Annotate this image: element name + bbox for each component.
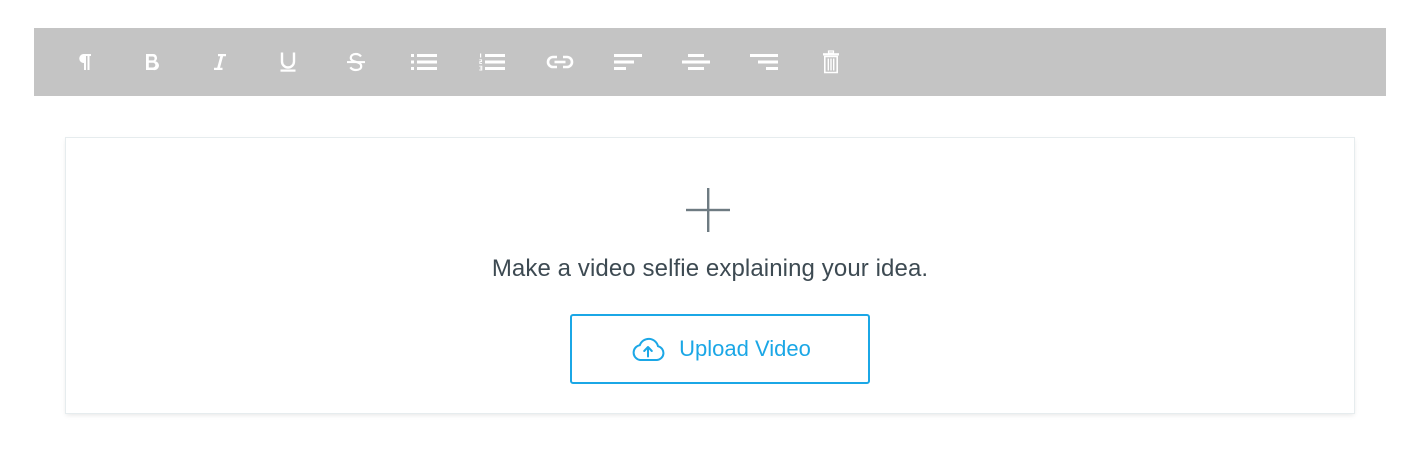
strikethrough-icon	[347, 52, 365, 72]
paragraph-button[interactable]	[67, 44, 103, 80]
trash-icon	[823, 50, 839, 74]
align-center-icon	[682, 54, 710, 70]
underline-icon	[280, 52, 296, 72]
underline-button[interactable]	[270, 44, 306, 80]
upload-video-button[interactable]: Upload Video	[570, 314, 870, 384]
bulleted-list-icon	[411, 54, 437, 70]
align-left-button[interactable]	[610, 44, 646, 80]
align-left-icon	[614, 54, 642, 70]
align-right-icon	[750, 54, 778, 70]
link-icon	[546, 55, 574, 69]
numbered-list-button[interactable]	[474, 44, 510, 80]
strikethrough-button[interactable]	[338, 44, 374, 80]
bold-icon	[146, 54, 159, 71]
delete-button[interactable]	[813, 44, 849, 80]
numbered-list-icon	[479, 53, 505, 71]
cloud-upload-icon	[632, 337, 665, 361]
paragraph-icon	[79, 54, 91, 70]
italic-icon	[214, 54, 226, 70]
align-right-button[interactable]	[746, 44, 782, 80]
italic-button[interactable]	[202, 44, 238, 80]
plus-icon[interactable]	[684, 186, 732, 234]
editor-toolbar	[34, 28, 1386, 96]
video-prompt-text: Make a video selfie explaining your idea…	[491, 255, 929, 282]
bold-button[interactable]	[134, 44, 170, 80]
upload-video-label: Upload Video	[679, 336, 811, 361]
align-center-button[interactable]	[678, 44, 714, 80]
bulleted-list-button[interactable]	[406, 44, 442, 80]
link-button[interactable]	[542, 44, 578, 80]
